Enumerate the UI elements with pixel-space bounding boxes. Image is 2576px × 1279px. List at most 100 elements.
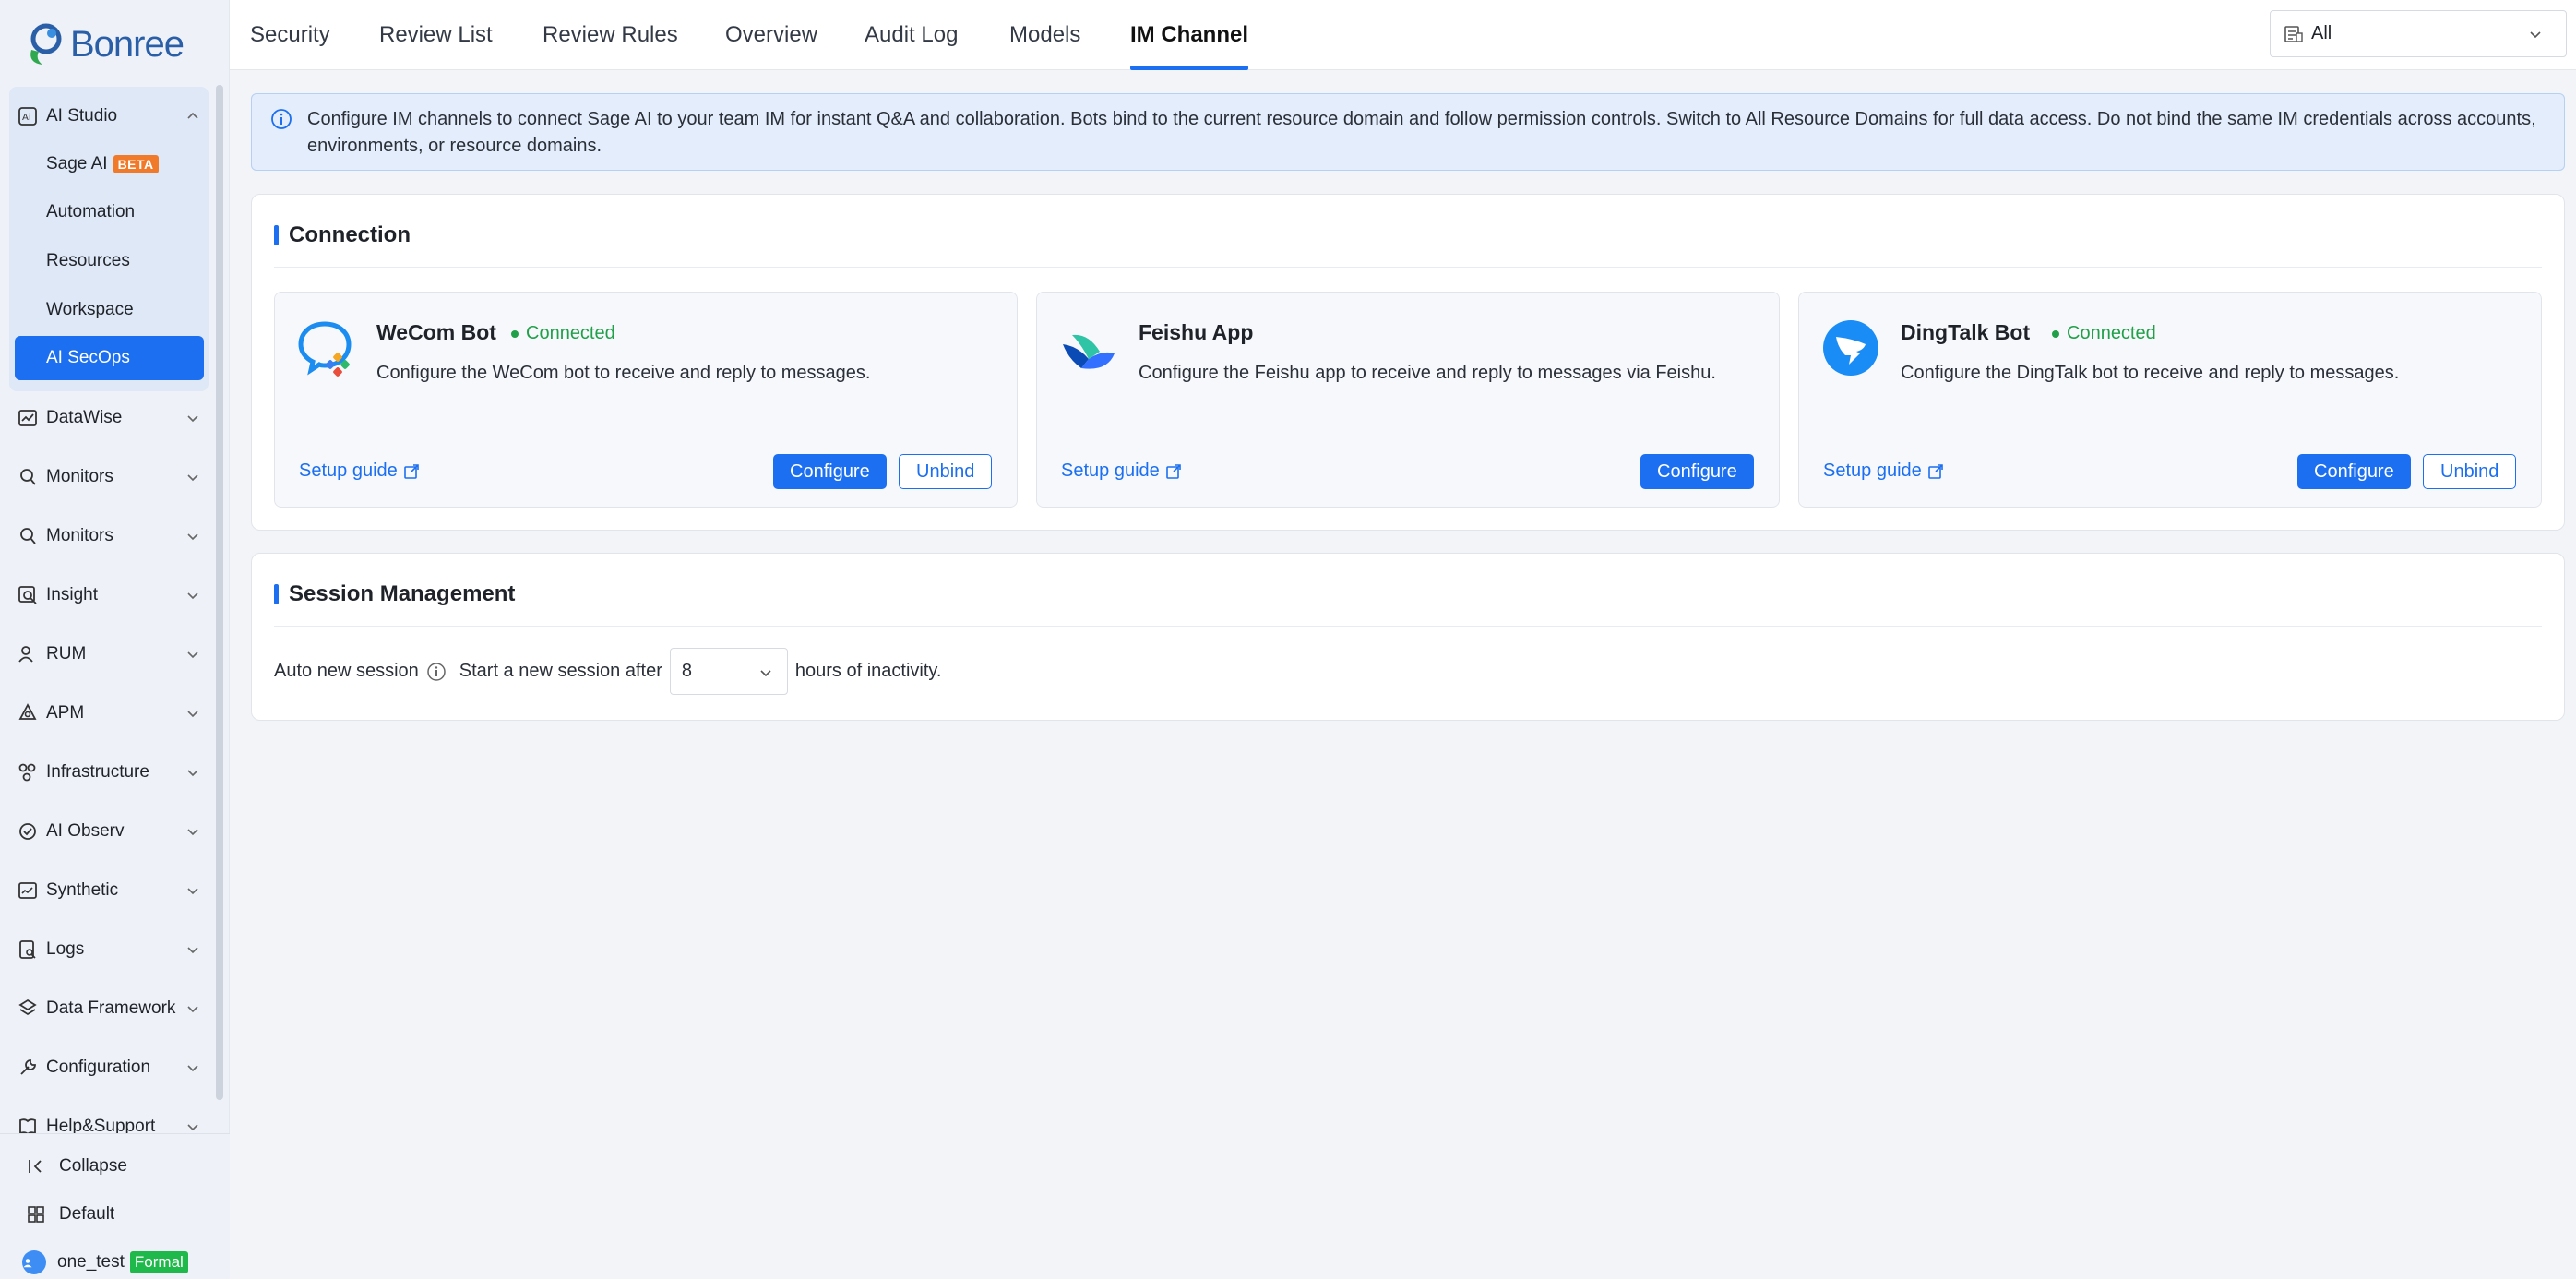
nav-group-label: Synthetic [46,880,119,900]
nav-group-label: DataWise [46,408,123,427]
nav-group-label: Infrastructure [46,762,149,782]
channel-description: Configure the Feishu app to receive and … [1139,363,1716,383]
tab-label: IM Channel [1130,22,1249,47]
nav-group-monitors-2[interactable]: Monitors [9,516,209,556]
collapse-icon [29,1160,42,1173]
user-name: one_test [57,1252,125,1272]
env-badge: Formal [129,1251,188,1273]
chevron-down-icon [187,533,198,541]
collapse-button[interactable]: Collapse [26,1156,127,1177]
setup-guide-link[interactable]: Setup guide [1061,460,1182,482]
inactivity-hours-select[interactable]: 8 [669,648,788,695]
ai-studio-icon: Ai [18,106,38,126]
tab-review-rules[interactable]: Review Rules [543,0,678,70]
section-title: Session Management [274,581,515,607]
monitor-icon [18,526,38,546]
user-icon [18,644,38,664]
sidebar: Bonree Ai AI Studio Sage AI BETA Automat… [0,0,230,1279]
sidebar-item-ai-secops[interactable]: AI SecOps [15,336,204,380]
ai-observ-icon [18,821,38,842]
nav-group-label: APM [46,703,85,723]
nav-group-datawise[interactable]: DataWise [9,398,209,438]
auto-session-label: Auto new session [274,661,419,681]
setup-guide-link[interactable]: Setup guide [299,460,420,482]
nav-group-apm[interactable]: APM [9,693,209,734]
tab-label: Security [250,22,330,47]
session-prefix: Start a new session after [459,661,662,681]
configure-button[interactable]: Configure [1640,454,1754,489]
synthetic-icon [18,880,38,901]
svg-text:Ai: Ai [22,113,31,123]
sidebar-item-label: Workspace [46,300,134,319]
sidebar-scrollbar[interactable] [216,85,223,1100]
configure-button[interactable]: Configure [773,454,887,489]
tab-review-list[interactable]: Review List [379,0,493,70]
monitor-icon [18,467,38,487]
tab-models[interactable]: Models [1009,0,1080,70]
setup-guide-label: Setup guide [1823,460,1922,481]
infrastructure-icon [18,762,38,783]
status-text: Connected [526,323,615,343]
resource-domain-select[interactable]: All [2270,10,2567,57]
brand-logo[interactable]: Bonree [26,20,185,68]
chevron-down-icon [187,592,198,600]
domain-icon [2284,25,2303,42]
chevron-down-icon [760,670,771,677]
setup-guide-label: Setup guide [299,460,398,481]
tab-im-channel[interactable]: IM Channel [1130,0,1249,70]
sidebar-item-label: Resources [46,251,130,270]
nav-group-ai-studio[interactable]: Ai AI Studio [9,96,209,137]
tab-audit-log[interactable]: Audit Log [865,0,958,70]
channel-description: Configure the DingTalk bot to receive an… [1901,363,2400,383]
nav-group-label: AI Studio [46,106,118,126]
nav-group-synthetic[interactable]: Synthetic [9,870,209,911]
user-avatar-icon [23,1259,32,1268]
user-menu[interactable]: one_test Formal [22,1250,188,1274]
nav-group-infrastructure[interactable]: Infrastructure [9,752,209,793]
status-badge: Connected [2052,323,2156,344]
chevron-down-icon [2530,31,2541,39]
session-suffix: hours of inactivity. [794,661,942,681]
chevron-down-icon [187,947,198,954]
unbind-button[interactable]: Unbind [2423,454,2517,489]
tab-label: Audit Log [865,22,959,47]
workspace-switcher[interactable]: Default [26,1204,114,1225]
status-dot [2052,329,2059,338]
unbind-button[interactable]: Unbind [899,454,993,489]
status-dot [511,329,519,338]
nav-group-monitors[interactable]: Monitors [9,457,209,497]
nav-group-label: Logs [46,939,85,959]
connection-card: Connection WeCom Bot Connected Configure… [251,194,2565,531]
setup-guide-link[interactable]: Setup guide [1823,460,1944,482]
workspace-label: Default [59,1204,115,1224]
channel-card-dingtalk: DingTalk Bot Connected Configure the Din… [1798,292,2542,508]
session-management-card: Session Management Auto new session Star… [251,553,2565,721]
nav-group-ai-observ[interactable]: AI Observ [9,811,209,852]
bonree-logo-icon [30,23,62,65]
nav-group-logs[interactable]: Logs [9,929,209,970]
chevron-down-icon [187,711,198,718]
tab-security[interactable]: Security [250,0,330,70]
configure-button[interactable]: Configure [2297,454,2411,489]
sidebar-item-automation[interactable]: Automation [15,190,204,234]
wecom-logo-icon [298,321,352,377]
status-text: Connected [2067,323,2156,343]
nav-group-data-framework[interactable]: Data Framework [9,988,209,1029]
sidebar-item-workspace[interactable]: Workspace [15,288,204,332]
dingtalk-logo-icon [1823,320,1878,376]
channel-name: DingTalk Bot [1901,320,2031,344]
nav-group-label: Data Framework [46,998,176,1018]
nav-group-configuration[interactable]: Configuration [9,1047,209,1088]
chevron-down-icon [187,829,198,836]
tab-overview[interactable]: Overview [725,0,817,70]
grid-icon [28,1206,44,1223]
nav-group-rum[interactable]: RUM [9,634,209,675]
chevron-up-icon [187,112,198,119]
info-icon[interactable] [426,662,447,682]
nav-group-label: AI Observ [46,821,125,841]
sidebar-item-resources[interactable]: Resources [15,239,204,283]
nav-group-insight[interactable]: Insight [9,575,209,616]
chevron-down-icon [187,770,198,777]
sidebar-item-sage-ai[interactable]: Sage AI BETA [15,142,204,186]
nav-group-label: RUM [46,644,87,663]
